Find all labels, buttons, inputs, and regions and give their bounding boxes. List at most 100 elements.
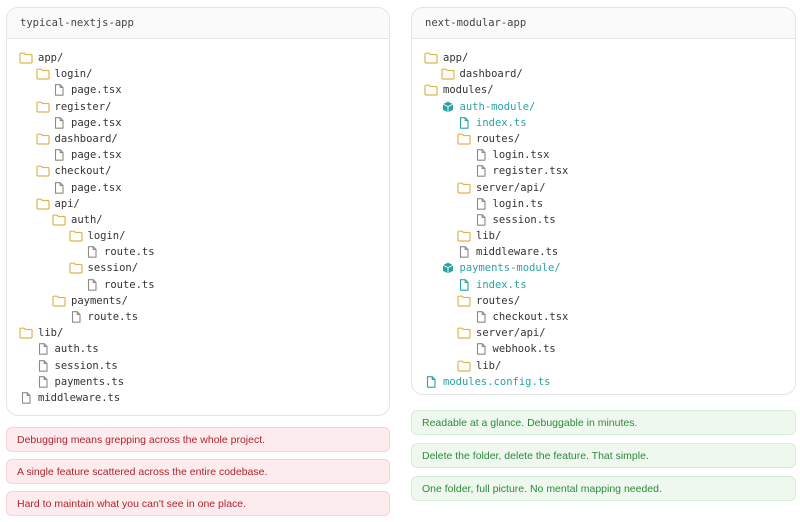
tree-item-label: page.tsx [71, 181, 122, 194]
folder-item[interactable]: auth/ [7, 212, 389, 228]
file-item[interactable]: page.tsx [7, 180, 389, 196]
file-icon [474, 343, 488, 356]
module-item[interactable]: payments-module/ [412, 260, 795, 276]
file-icon [424, 375, 438, 388]
file-item[interactable]: session.ts [412, 212, 795, 228]
tree-item-label: page.tsx [71, 116, 122, 129]
folder-icon [68, 230, 83, 242]
file-icon [85, 278, 99, 291]
tree-item-label: session.ts [492, 213, 556, 226]
folder-item[interactable]: login/ [7, 228, 389, 244]
benefit-note: One folder, full picture. No mental mapp… [411, 476, 796, 501]
file-item[interactable]: page.tsx [7, 82, 389, 98]
tree-item-label: login/ [54, 68, 93, 81]
tree-item-label: session/ [87, 262, 139, 275]
file-icon [69, 311, 83, 323]
module-cube-icon [441, 101, 455, 113]
folder-item[interactable]: lib/ [412, 228, 795, 244]
tree-item-label: modules/ [443, 84, 494, 97]
file-icon [36, 359, 50, 372]
folder-item[interactable]: server/api/ [412, 325, 795, 341]
tree-item-label: server/api/ [476, 327, 546, 340]
folder-item[interactable]: register/ [7, 99, 389, 115]
folder-item[interactable]: checkout/ [7, 163, 389, 179]
folder-item[interactable]: app/ [7, 50, 389, 66]
folder-item[interactable]: app/ [412, 50, 795, 66]
folder-icon [457, 360, 471, 372]
file-icon [36, 375, 50, 388]
tree-item-label: lib/ [476, 359, 502, 372]
file-icon [52, 181, 66, 194]
file-item[interactable]: middleware.ts [412, 244, 795, 260]
folder-item[interactable]: api/ [7, 196, 389, 212]
tree-item-label: webhook.ts [492, 343, 556, 356]
folder-item[interactable]: lib/ [412, 358, 795, 374]
file-icon [474, 311, 488, 323]
file-item[interactable]: session.ts [7, 358, 389, 374]
file-item[interactable]: route.ts [7, 277, 389, 293]
file-item[interactable]: middleware.ts [7, 390, 389, 406]
folder-icon [68, 262, 83, 275]
folder-icon [19, 52, 33, 64]
benefit-note: Readable at a glance. Debuggable in minu… [411, 410, 796, 435]
folder-item[interactable]: dashboard/ [412, 66, 795, 82]
problem-note: Debugging means grepping across the whol… [6, 427, 390, 452]
tree-item-label: register/ [54, 100, 112, 113]
file-item[interactable]: auth.ts [7, 341, 389, 357]
file-item[interactable]: login.ts [412, 196, 795, 212]
tree-item-label: register.tsx [492, 165, 569, 178]
folder-item[interactable]: payments/ [7, 293, 389, 309]
tree-item-label: auth/ [71, 213, 103, 226]
file-icon [85, 246, 99, 258]
folder-icon [35, 68, 50, 80]
folder-item[interactable]: server/api/ [412, 180, 795, 196]
file-item[interactable]: webhook.ts [412, 341, 795, 357]
tree-item-label: index.ts [476, 278, 527, 291]
tree-item-label: payments.ts [54, 375, 125, 388]
tree-item-label: dashboard/ [54, 132, 118, 145]
file-icon [36, 343, 50, 356]
folder-item[interactable]: dashboard/ [7, 131, 389, 147]
folder-icon [35, 101, 50, 113]
file-item[interactable]: route.ts [7, 244, 389, 260]
tree-item-label: dashboard/ [459, 68, 523, 81]
module-item[interactable]: auth-module/ [412, 99, 795, 115]
folder-item[interactable]: routes/ [412, 131, 795, 147]
file-icon [474, 149, 488, 161]
problem-note: A single feature scattered across the en… [6, 459, 390, 484]
tree-item-label: login.tsx [492, 149, 550, 162]
file-icon [457, 116, 471, 129]
file-icon [19, 392, 33, 404]
folder-icon [457, 295, 471, 307]
file-item[interactable]: page.tsx [7, 147, 389, 163]
folder-item[interactable]: login/ [7, 66, 389, 82]
file-item[interactable]: payments.ts [7, 374, 389, 390]
folder-icon [35, 165, 50, 177]
panel-title: typical-nextjs-app [7, 8, 389, 39]
file-item[interactable]: route.ts [7, 309, 389, 325]
file-item[interactable]: register.tsx [412, 163, 795, 179]
file-item[interactable]: checkout.tsx [412, 309, 795, 325]
tree-item-label: session.ts [54, 359, 118, 372]
modular-app-panel: next-modular-app app/dashboard/modules/a… [411, 7, 796, 395]
file-tree: app/login/page.tsx register/page.tsx dashb… [7, 39, 389, 406]
folder-item[interactable]: routes/ [412, 293, 795, 309]
file-item[interactable]: index.ts [412, 277, 795, 293]
tree-item-label: app/ [38, 52, 64, 64]
file-item[interactable]: index.ts [412, 115, 795, 131]
folder-icon [424, 52, 438, 64]
tree-item-label: lib/ [38, 327, 64, 340]
file-icon [474, 214, 488, 226]
tree-item-label: route.ts [104, 246, 155, 259]
file-item[interactable]: page.tsx [7, 115, 389, 131]
tree-item-label: api/ [54, 197, 80, 210]
file-item[interactable]: login.tsx [412, 147, 795, 163]
folder-item[interactable]: lib/ [7, 325, 389, 341]
file-item[interactable]: modules.config.ts [412, 374, 795, 390]
folder-item[interactable]: session/ [7, 260, 389, 276]
problem-note: Hard to maintain what you can't see in o… [6, 491, 390, 516]
folder-item[interactable]: modules/ [412, 82, 795, 98]
file-icon [52, 84, 66, 97]
tree-item-label: index.ts [476, 116, 527, 129]
file-tree: app/dashboard/modules/auth-module/index.… [412, 39, 795, 390]
